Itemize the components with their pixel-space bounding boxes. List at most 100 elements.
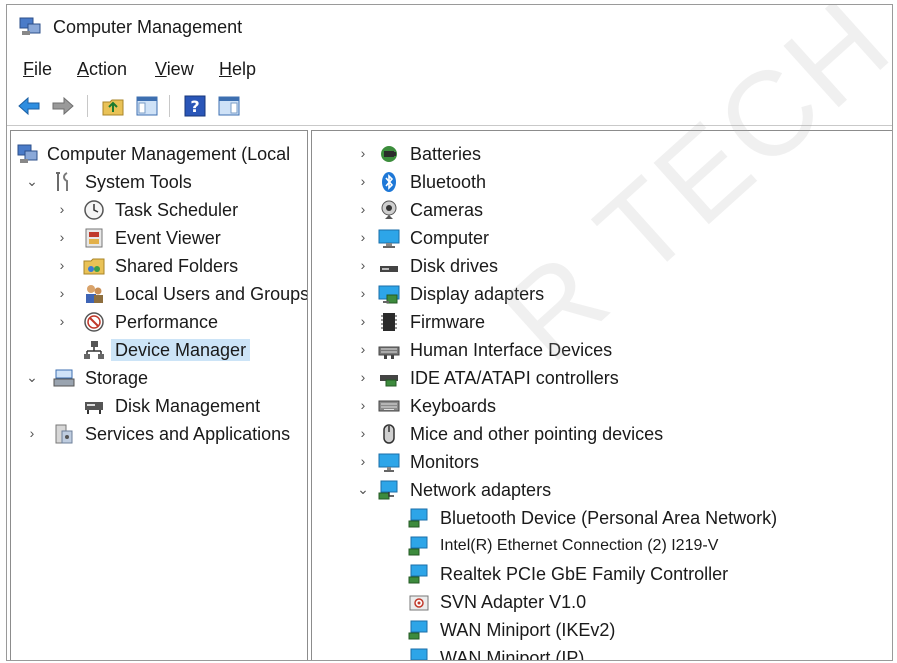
menu-bar: File Action View Help [7, 55, 892, 83]
battery-icon [381, 146, 397, 162]
vpn-adapter-icon [409, 595, 429, 611]
chevron-right-icon[interactable]: › [356, 424, 370, 442]
network-adapter-icon [408, 508, 428, 528]
tree-label: Computer Management (Local [47, 144, 291, 164]
device-manager-icon [84, 341, 104, 359]
chevron-right-icon[interactable]: › [55, 284, 69, 302]
computer-management-window: Computer Management File Action View Hel… [6, 4, 893, 661]
help-icon[interactable]: ? [183, 94, 207, 118]
menu-help[interactable]: Help [219, 59, 256, 80]
human-interface-device-icon [378, 346, 400, 359]
shared-folder-icon [83, 258, 105, 275]
ide-controller-icon [380, 375, 398, 387]
monitor-icon [378, 453, 400, 472]
chevron-right-icon[interactable]: › [356, 368, 370, 386]
camera-icon [381, 200, 397, 219]
chevron-right-icon[interactable]: › [25, 424, 39, 442]
network-adapter-label: Realtek PCIe GbE Family Controller [440, 564, 729, 584]
tree-label: Performance [115, 312, 219, 332]
network-adapter-label: SVN Adapter V1.0 [440, 592, 587, 612]
chevron-right-icon[interactable]: › [356, 340, 370, 358]
chevron-right-icon[interactable]: › [356, 256, 370, 274]
device-category-label: Human Interface Devices [410, 340, 613, 360]
event-viewer-icon [85, 228, 103, 248]
network-adapter-label: WAN Miniport (IP) [440, 648, 585, 661]
network-adapter-label: Intel(R) Ethernet Connection (2) I219-V [440, 537, 719, 554]
computer-management-icon [17, 144, 38, 163]
services-icon [55, 424, 73, 444]
network-adapter-icon [378, 480, 398, 500]
tree-label: Disk Management [115, 396, 261, 416]
tree-label: Event Viewer [115, 228, 221, 248]
chevron-right-icon[interactable]: › [356, 228, 370, 246]
show-hide-console-tree-icon[interactable] [135, 94, 159, 118]
device-category-label: Keyboards [410, 396, 497, 416]
device-category-label: Display adapters [410, 284, 545, 304]
back-arrow-icon[interactable] [17, 94, 41, 118]
disk-management-icon [85, 402, 103, 414]
tree-label: Task Scheduler [115, 200, 239, 220]
console-tree-pane: Computer Management (Local ⌄ System Tool… [10, 130, 308, 660]
performance-gauge-icon [84, 312, 104, 332]
tree-label: Local Users and Groups [115, 284, 308, 304]
chevron-down-icon[interactable]: ⌄ [25, 172, 39, 190]
network-adapter-icon [410, 648, 428, 660]
tree-label: Shared Folders [115, 256, 239, 276]
chevron-down-icon[interactable]: ⌄ [25, 368, 39, 386]
chevron-right-icon[interactable]: › [356, 200, 370, 218]
chevron-right-icon[interactable]: › [356, 172, 370, 190]
firmware-chip-icon [381, 313, 397, 331]
chevron-right-icon[interactable]: › [55, 256, 69, 274]
tree-label: Device Manager [111, 339, 251, 361]
device-category-label: Cameras [410, 200, 484, 220]
chevron-right-icon[interactable]: › [55, 228, 69, 246]
display-adapter-icon [378, 285, 400, 304]
device-category-label: IDE ATA/ATAPI controllers [410, 368, 619, 388]
device-category-label: Batteries [410, 144, 482, 164]
device-category-label: Network adapters [410, 480, 552, 500]
chevron-down-icon[interactable]: ⌄ [356, 480, 370, 498]
chevron-right-icon[interactable]: › [356, 312, 370, 330]
tree-label: Storage [85, 368, 149, 388]
title-bar: Computer Management [7, 5, 892, 49]
chevron-right-icon[interactable]: › [356, 144, 370, 162]
network-adapter-label: WAN Miniport (IKEv2) [440, 620, 616, 640]
network-adapter-icon [408, 564, 428, 584]
tree-label: System Tools [85, 172, 192, 192]
device-category-label: Computer [410, 228, 490, 248]
system-tools-icon [56, 172, 68, 191]
keyboard-icon [378, 400, 400, 412]
disk-drive-icon [380, 266, 398, 272]
device-category-label: Disk drives [410, 256, 499, 276]
tree-label: Services and Applications [85, 424, 291, 444]
up-folder-icon[interactable] [101, 94, 125, 118]
computer-monitor-icon [378, 229, 400, 248]
device-category-label: Firmware [410, 312, 485, 332]
chevron-right-icon[interactable]: › [356, 284, 370, 302]
network-adapter-label: Bluetooth Device (Personal Area Network) [440, 508, 778, 528]
bluetooth-icon [382, 172, 396, 192]
device-list-pane: › Batteries › Bluetooth › Cameras › Comp… [311, 130, 892, 661]
window-title: Computer Management [53, 17, 243, 37]
toolbar: ? [7, 89, 892, 123]
network-adapter-icon [408, 536, 428, 556]
menu-file[interactable]: File [23, 59, 52, 80]
users-icon [86, 285, 103, 303]
chevron-right-icon[interactable]: › [55, 200, 69, 218]
menu-view[interactable]: View [155, 59, 194, 80]
forward-arrow-icon[interactable] [51, 94, 75, 118]
menu-action[interactable]: Action [77, 59, 127, 80]
device-category-label: Monitors [410, 452, 480, 472]
network-adapter-icon [408, 620, 428, 640]
storage-icon [53, 369, 75, 387]
chevron-right-icon[interactable]: › [356, 396, 370, 414]
computer-management-icon [19, 17, 41, 35]
device-category-label: Bluetooth [410, 172, 487, 192]
show-hide-action-pane-icon[interactable] [217, 94, 241, 118]
mouse-icon [383, 424, 395, 444]
clock-icon [84, 200, 104, 220]
device-category-label: Mice and other pointing devices [410, 424, 664, 444]
svg-text:?: ? [190, 97, 199, 116]
chevron-right-icon[interactable]: › [356, 452, 370, 470]
chevron-right-icon[interactable]: › [55, 312, 69, 330]
